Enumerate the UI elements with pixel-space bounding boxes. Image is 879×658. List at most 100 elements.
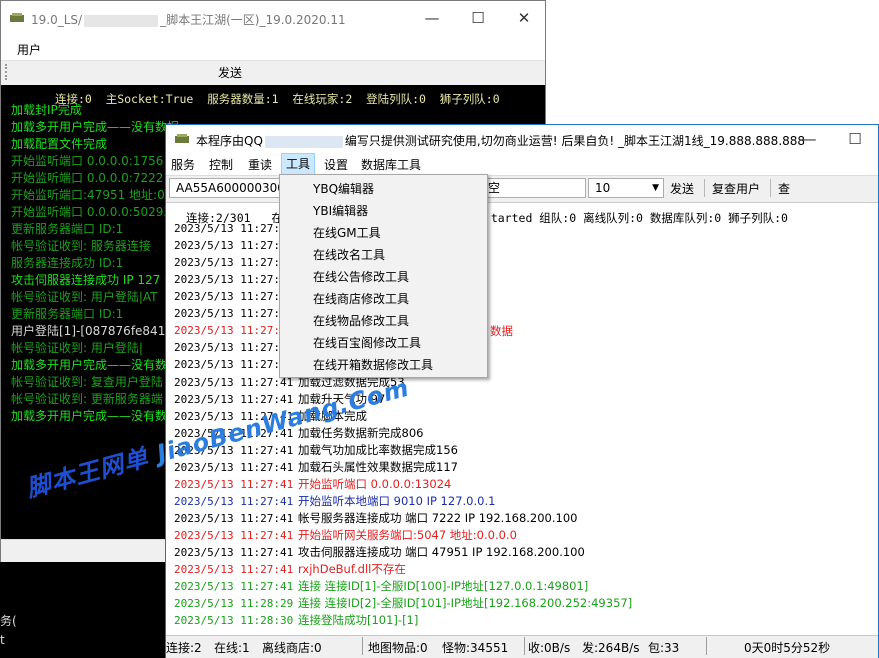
menu-item-rename-tool[interactable]: 在线改名工具 bbox=[313, 246, 385, 263]
log-row: 2023/5/13 11:27:41 加载石头属性效果数据完成117 bbox=[174, 459, 458, 476]
log-line: 开始监听端口 0.0.0.0:1756 bbox=[11, 154, 164, 168]
log-timestamp: 2023/5/13 11:28:30 bbox=[174, 614, 294, 627]
log-message: 开始监听端口 0.0.0.0:13024 bbox=[298, 477, 452, 491]
log-message: 开始监听网关服务端口:5047 地址:0.0.0.0 bbox=[298, 528, 517, 542]
log-row: 2023/5/13 11:27:41 帐号服务器连接成功 端口 7222 IP 1… bbox=[174, 510, 577, 527]
log-message: 帐号服务器连接成功 端口 7222 IP 192.168.200.100 bbox=[298, 511, 578, 525]
menu-user[interactable]: 用户 bbox=[17, 41, 41, 58]
status-separator bbox=[706, 637, 707, 655]
log-message: 加载气功加成比率数据完成156 bbox=[298, 443, 458, 457]
menu-item-gm-tool[interactable]: 在线GM工具 bbox=[313, 224, 381, 241]
status-send: 发:264B/s bbox=[582, 641, 640, 655]
maximize-button[interactable]: ☐ bbox=[455, 1, 501, 35]
log-line: 帐号验证收到: 用户登陆| bbox=[11, 341, 143, 355]
type-select[interactable]: 空 bbox=[481, 178, 586, 198]
log-line: 加载封IP完成 bbox=[11, 103, 82, 117]
log-timestamp: 2023/5/13 11:27:41 bbox=[174, 478, 294, 491]
window-title: 本程序由QQ 编写只提供测试研究使用,切勿商业运营! 后果自负! _脚本王江湖1线… bbox=[196, 134, 806, 148]
log-line: 加载多开用户完成——没有数 bbox=[11, 409, 168, 423]
status-monsters: 怪物:34551 bbox=[442, 641, 509, 655]
log-row: 2023/5/13 11:28:30 连接登陆成功[101]-[1] bbox=[174, 612, 418, 629]
status-offline-shop: 离线商店:0 bbox=[262, 641, 322, 655]
fragment-text-2: t bbox=[0, 633, 5, 647]
log-row: 2023/5/13 11:27:41 攻击伺服器连接成功 端口 47951 IP … bbox=[174, 544, 585, 561]
log-timestamp: 2023/5/13 11:27:41 bbox=[174, 563, 294, 576]
log-timestamp: 2023/5/13 11:27:41 bbox=[174, 580, 294, 593]
maximize-button[interactable]: ☐ bbox=[832, 125, 878, 153]
app-icon bbox=[10, 13, 24, 22]
log-message-tail: 数据 bbox=[490, 324, 513, 338]
chevron-down-icon: ▼ bbox=[652, 183, 659, 193]
status-line: 连接:0 主Socket:True 服务器数量:1 在线玩家:2 登陆列队:0 … bbox=[55, 92, 500, 106]
menu-control[interactable]: 控制 bbox=[209, 156, 233, 173]
log-line: 帐号验证收到: 复查用户登陆 bbox=[11, 375, 163, 389]
menu-item-box-tool[interactable]: 在线开箱数据修改工具 bbox=[313, 356, 433, 373]
status-packets: 包:33 bbox=[648, 641, 680, 655]
background-console bbox=[0, 562, 165, 658]
send-button[interactable]: 发送 bbox=[670, 180, 694, 197]
log-line: 开始监听端口 0.0.0.0:50293 bbox=[11, 205, 172, 219]
menu-db-tools[interactable]: 数据库工具 bbox=[361, 156, 421, 173]
status-map-items: 地图物品:0 bbox=[368, 641, 428, 655]
log-message: rxjhDeBuf.dll不存在 bbox=[298, 562, 406, 576]
toolbar-grip[interactable] bbox=[5, 64, 10, 80]
close-button[interactable]: ✕ bbox=[501, 1, 547, 35]
server-window-front: 本程序由QQ 编写只提供测试研究使用,切勿商业运营! 后果自负! _脚本王江湖1线… bbox=[165, 124, 879, 658]
menu-tools[interactable]: 工具 bbox=[281, 153, 316, 175]
status-connections: 连接:2 bbox=[166, 641, 202, 655]
log-message: 开始监听本地端口 9010 IP 127.0.0.1 bbox=[298, 494, 496, 508]
log-line: 开始监听端口 0.0.0.0:7222 bbox=[11, 171, 164, 185]
log-timestamp: 2023/5/13 11:27:41 bbox=[174, 512, 294, 525]
log-timestamp: 2023/5/13 11:27:41 bbox=[174, 461, 294, 474]
log-timestamp: 2023/5/13 11:28:29 bbox=[174, 597, 294, 610]
menu-bar bbox=[1, 35, 545, 59]
menu-item-ybq-editor[interactable]: YBQ编辑器 bbox=[313, 180, 374, 197]
send-button[interactable]: 发送 bbox=[218, 64, 242, 81]
status-recv: 收:0B/s bbox=[528, 641, 571, 655]
log-message: 连接 连接ID[2]-全服ID[101]-IP地址[192.168.200.25… bbox=[298, 596, 633, 610]
menu-item-ybi-editor[interactable]: YBI编辑器 bbox=[313, 202, 368, 219]
log-line: 更新服务器端口 ID:1 bbox=[11, 222, 124, 236]
menu-reload[interactable]: 重读 bbox=[248, 156, 272, 173]
log-line: 用户登陆[1]-[087876fe841 bbox=[11, 324, 166, 338]
menu-item-item-tool[interactable]: 在线物品修改工具 bbox=[313, 312, 409, 329]
toolbar-separator bbox=[770, 179, 771, 197]
status-uptime: 0天0时5分52秒 bbox=[744, 641, 831, 655]
minimize-button[interactable]: — bbox=[409, 1, 455, 35]
log-line: 更新服务器端口 ID:1 bbox=[11, 307, 124, 321]
log-message: 加载石头属性效果数据完成117 bbox=[298, 460, 458, 474]
status-online: 在线:1 bbox=[214, 641, 250, 655]
search-button[interactable]: 查 bbox=[778, 180, 790, 197]
log-row: 2023/5/13 11:27:41 rxjhDeBuf.dll不存在 bbox=[174, 561, 406, 578]
window-title: 19.0_LS/_脚本王江湖(一区)_19.0.2020.11 bbox=[31, 13, 346, 27]
menu-bar bbox=[166, 153, 878, 175]
packet-input[interactable]: AA55A6000003006 bbox=[169, 178, 293, 198]
log-timestamp: 2023/5/13 11:27:41 bbox=[174, 529, 294, 542]
status-separator bbox=[362, 637, 363, 655]
log-message: 连接 连接ID[1]-全服ID[100]-IP地址[127.0.0.1:4980… bbox=[298, 579, 589, 593]
recheck-user-button[interactable]: 复查用户 bbox=[712, 180, 760, 197]
count-select[interactable]: 10 ▼ bbox=[588, 178, 664, 198]
toolbar bbox=[1, 60, 545, 86]
menu-service[interactable]: 服务 bbox=[171, 156, 195, 173]
app-icon bbox=[175, 134, 189, 143]
minimize-button[interactable]: — bbox=[786, 125, 832, 153]
menu-settings[interactable]: 设置 bbox=[324, 156, 348, 173]
log-message: 加载任务数据新完成806 bbox=[298, 426, 424, 440]
fragment-text-1: 务( bbox=[0, 614, 17, 628]
log-line: 开始监听端口:47951 地址:0 bbox=[11, 188, 165, 202]
menu-item-shop-tool[interactable]: 在线商店修改工具 bbox=[313, 290, 409, 307]
status-separator bbox=[524, 637, 525, 655]
toolbar-separator bbox=[704, 179, 705, 197]
log-line: 加载多开用户完成——没有数据 bbox=[11, 120, 180, 134]
menu-item-announcement-tool[interactable]: 在线公告修改工具 bbox=[313, 268, 409, 285]
log-line: 攻击伺服器连接成功 IP 127 bbox=[11, 273, 161, 287]
log-timestamp: 2023/5/13 11:27:41 bbox=[174, 546, 294, 559]
log-line: 服务器连接成功 ID:1 bbox=[11, 256, 124, 270]
log-row: 2023/5/13 11:27:41 连接 连接ID[1]-全服ID[100]-I… bbox=[174, 578, 588, 595]
menu-item-treasure-tool[interactable]: 在线百宝阁修改工具 bbox=[313, 334, 421, 351]
log-line: 帐号验证收到: 用户登陆|AT bbox=[11, 290, 158, 304]
log-row: 2023/5/13 11:27:41 开始监听本地端口 9010 IP 127.0… bbox=[174, 493, 495, 510]
log-line: 加载多开用户完成——没有数 bbox=[11, 358, 168, 372]
log-row: 2023/5/13 11:27:41 开始监听端口 0.0.0.0:13024 bbox=[174, 476, 451, 493]
